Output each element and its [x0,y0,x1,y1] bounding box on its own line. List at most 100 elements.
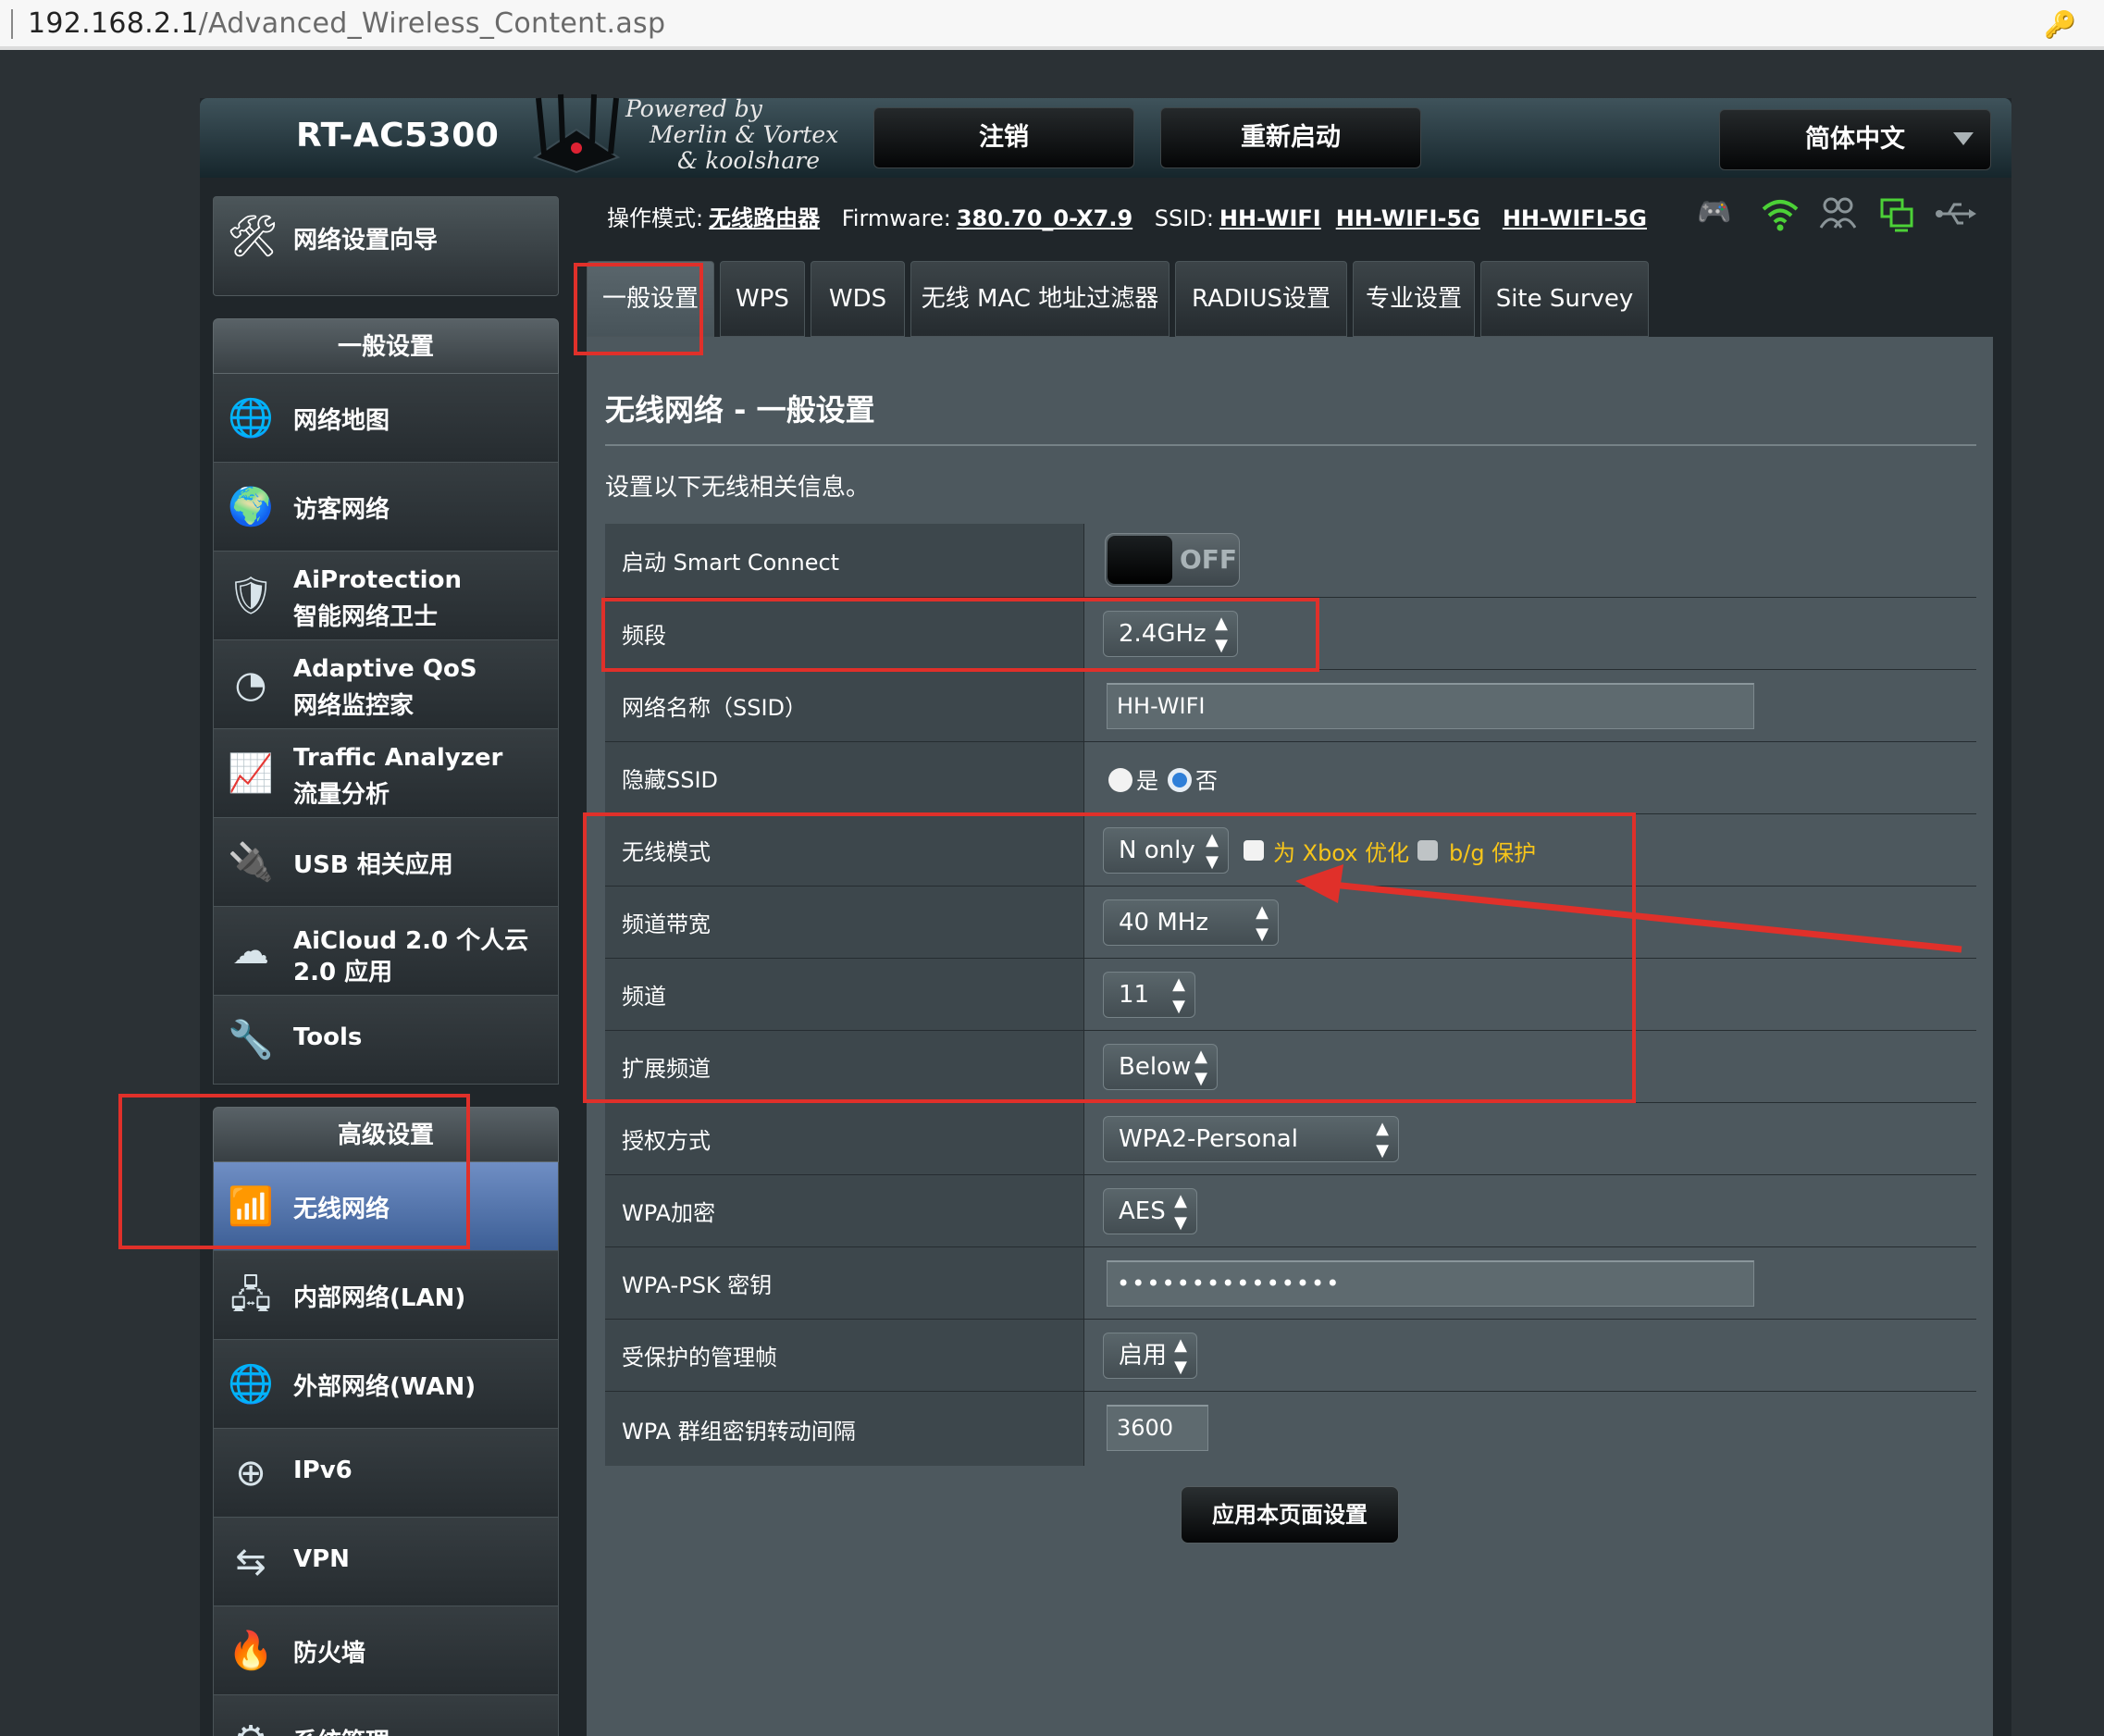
chevron-down-icon [1953,132,1974,145]
firmware-link[interactable]: 380.70_0-X7.9 [957,205,1132,231]
language-label: 简体中文 [1805,125,1905,154]
powered-line-3: & koolshare [677,147,821,174]
wifi-icon[interactable] [1762,198,1799,231]
wrench-icon: 🔧 [228,1019,274,1061]
sidebar-item-general-1[interactable]: 🌍 访客网络 [213,463,559,552]
general-section-header: 一般设置 [213,318,559,374]
sidebar-item-label: IPv6 [293,1457,353,1484]
sidebar-item-label: 访客网络 [293,496,390,524]
encryption-label: WPA加密 [605,1175,1084,1246]
ssid-label: SSID: [1154,205,1214,231]
encryption-select[interactable]: AES ▲ ▼ [1103,1188,1197,1234]
gamepad-icon[interactable]: 🎮 [1697,196,1731,229]
page-description: 设置以下无线相关信息。 [605,474,871,502]
hide-ssid-label: 隐藏SSID [605,742,1084,813]
sidebar-item-label: 网络地图 [293,407,390,435]
sidebar-item-general-3[interactable]: ◔ Adaptive QoS 网络监控家 [213,640,559,729]
users-icon[interactable] [1819,196,1856,231]
annotation-box-tab [574,263,703,355]
reboot-button[interactable]: 重新启动 [1160,107,1421,168]
sidebar-item-label: 系统管理 [293,1723,390,1736]
sidebar-item-general-6[interactable]: ☁ AiCloud 2.0 个人云 2.0 应用 [213,907,559,996]
key-icon[interactable]: 🔑 [2044,9,2076,40]
sidebar-item-label: VPN [293,1545,350,1573]
language-select[interactable]: 简体中文 [1719,109,1991,170]
usb-icon[interactable] [1936,200,1976,228]
sidebar-item-advanced-5[interactable]: 🔥 防火墙 [213,1606,559,1695]
tab-5[interactable]: 专业设置 [1353,261,1475,337]
gear-icon: ⚙ [227,1716,275,1736]
tab-4[interactable]: RADIUS设置 [1175,261,1347,337]
sidebar-item-general-5[interactable]: 🔌 USB 相关应用 [213,818,559,907]
row-pmf: 受保护的管理帧 启用 ▲ ▼ [605,1320,1976,1392]
tab-3[interactable]: 无线 MAC 地址过滤器 [910,261,1170,337]
pmf-select[interactable]: 启用 ▲ ▼ [1103,1333,1197,1379]
tab-1[interactable]: WPS [720,261,805,337]
auth-label: 授权方式 [605,1103,1084,1174]
auth-value: WPA2-Personal [1119,1125,1298,1153]
tab-2[interactable]: WDS [811,261,905,337]
row-hide-ssid: 隐藏SSID 是 否 [605,742,1976,814]
encryption-value: AES [1119,1197,1166,1225]
sidebar-item-label: Adaptive QoS [293,655,477,683]
pmf-label: 受保护的管理帧 [605,1320,1084,1391]
ssid-link-24g[interactable]: HH-WIFI [1219,205,1321,231]
model-name: RT-AC5300 [296,117,500,155]
sidebar-item-label: Tools [293,1023,363,1051]
sidebar-item-label: AiProtection [293,566,462,594]
router-image-icon [532,93,621,174]
row-smart-connect: 启动 Smart Connect OFF [605,524,1976,598]
ssid-input[interactable]: HH-WIFI [1107,683,1754,729]
row-ssid: 网络名称（SSID） HH-WIFI [605,670,1976,742]
sidebar-item-general-4[interactable]: 📈 Traffic Analyzer 流量分析 [213,729,559,818]
address-bar[interactable]: 192.168.2.1/Advanced_Wireless_Content.as… [0,0,2104,50]
url-text[interactable]: 192.168.2.1/Advanced_Wireless_Content.as… [28,7,665,40]
page-title: 无线网络 - 一般设置 [605,392,875,428]
sidebar-item-advanced-1[interactable]: 🖧 内部网络(LAN) [213,1251,559,1340]
toggle-state: OFF [1180,544,1238,575]
mode-link[interactable]: 无线路由器 [709,205,820,231]
tab-6[interactable]: Site Survey [1480,261,1649,337]
sidebar-item-general-2[interactable]: 🛡 AiProtection 智能网络卫士 [213,552,559,640]
sidebar-item-general-7[interactable]: 🔧 Tools [213,996,559,1085]
logout-button[interactable]: 注销 [873,107,1134,168]
sidebar-item-advanced-6[interactable]: ⚙ 系统管理 [213,1695,559,1736]
row-psk: WPA-PSK 密钥 ••••••••••••••• [605,1247,1976,1320]
row-rekey: WPA 群组密钥转动间隔 3600 [605,1392,1976,1466]
sidebar-item-advanced-4[interactable]: ⇆ VPN [213,1518,559,1606]
firewall-icon: 🔥 [228,1630,274,1672]
lan-icon: 🖧 [229,1274,272,1317]
sidebar-item-advanced-3[interactable]: ⊕ IPv6 [213,1429,559,1518]
globe-map-icon: 🌐 [228,397,274,440]
apply-button[interactable]: 应用本页面设置 [1181,1486,1399,1544]
ssid-link-5g-1[interactable]: HH-WIFI-5G [1336,205,1480,231]
row-auth: 授权方式 WPA2-Personal ▲ ▼ [605,1103,1976,1175]
powered-line-2: Merlin & Vortex [650,121,839,148]
powered-by: Powered by Merlin & Vortex & koolshare [625,96,838,174]
hide-ssid-yes-radio[interactable] [1108,768,1132,792]
toggle-knob [1108,536,1172,584]
url-path: /Advanced_Wireless_Content.asp [198,7,666,40]
psk-input[interactable]: ••••••••••••••• [1107,1260,1754,1307]
sidebar-item-sublabel: 智能网络卫士 [293,603,439,631]
cloud-icon: ☁ [232,930,269,973]
sidebar-item-general-0[interactable]: 🌐 网络地图 [213,374,559,463]
sidebar-item-label: Traffic Analyzer [293,744,503,772]
hide-ssid-no-radio[interactable] [1168,768,1192,792]
ipv6-icon: ⊕ [235,1452,266,1494]
updown-icon: ▲ ▼ [1174,1335,1187,1377]
powered-line-1: Powered by [625,95,762,122]
smart-connect-toggle[interactable]: OFF [1105,533,1240,587]
sidebar-item-advanced-2[interactable]: 🌐 外部网络(WAN) [213,1340,559,1429]
wizard-icon: 🛠 [227,213,278,260]
auth-select[interactable]: WPA2-Personal ▲ ▼ [1103,1116,1399,1162]
monitor-icon[interactable] [1880,198,1915,233]
quick-setup-button[interactable]: 🛠 网络设置向导 [213,196,559,296]
rekey-input[interactable]: 3600 [1107,1405,1208,1451]
ssid-link-5g-2[interactable]: HH-WIFI-5G [1503,205,1647,231]
hide-ssid-yes-label: 是 [1136,768,1158,794]
hide-ssid-no-label: 否 [1195,768,1218,794]
annotation-box-band [601,598,1319,672]
title-divider [605,444,1976,446]
sidebar-item-label: AiCloud 2.0 个人云 [293,927,529,955]
